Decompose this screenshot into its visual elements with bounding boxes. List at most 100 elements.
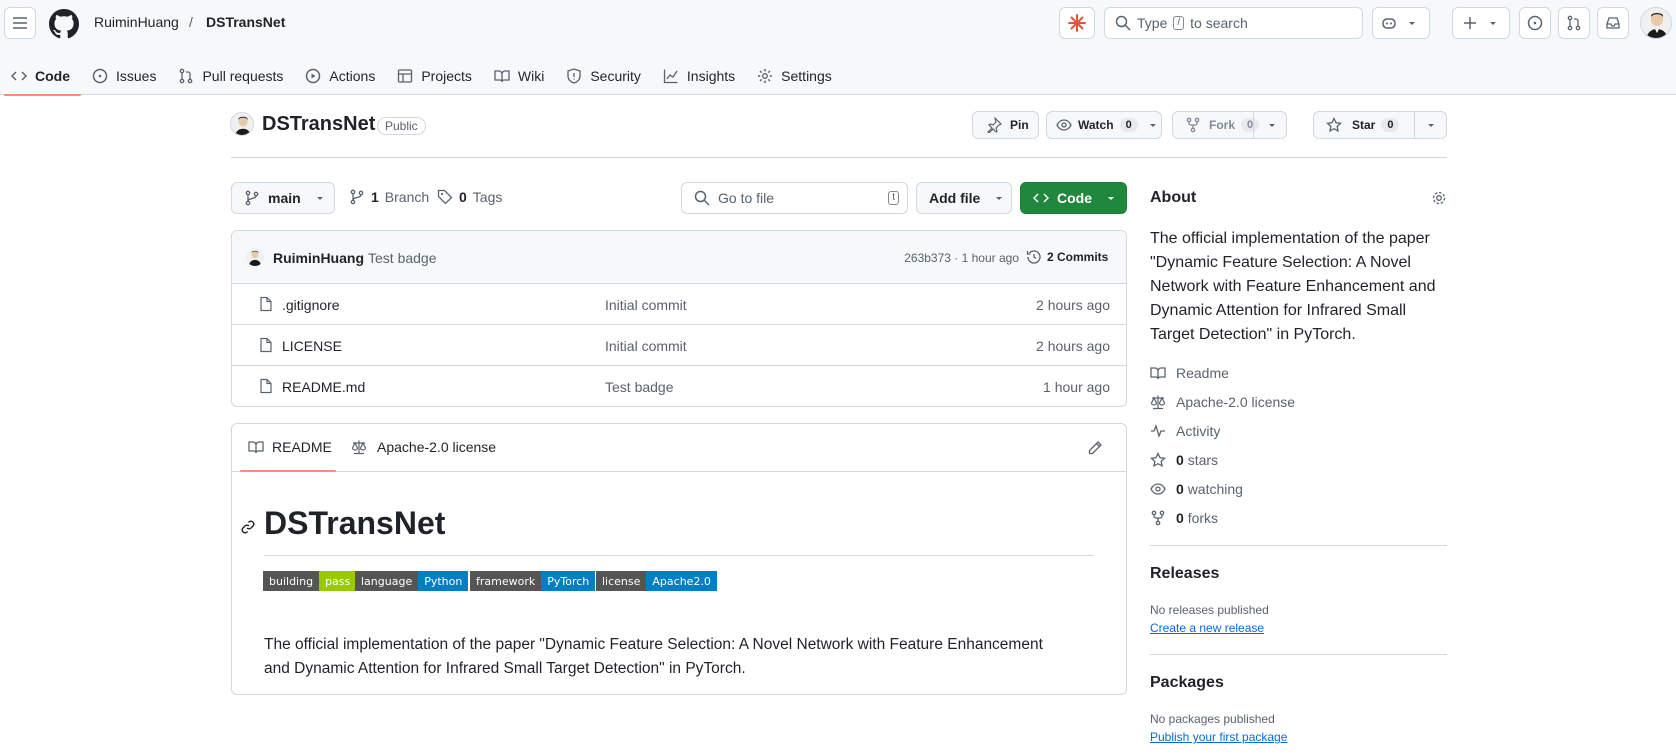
stars-label: stars	[1187, 452, 1219, 468]
tab-code[interactable]: Code	[0, 56, 81, 96]
star-icon	[1326, 117, 1342, 133]
gear-icon[interactable]	[1431, 190, 1447, 206]
create-release-link[interactable]: Create a new release	[1150, 621, 1264, 635]
git-pull-request-icon	[1567, 15, 1581, 31]
file-commit-time: 2 hours ago	[1036, 297, 1110, 313]
go-to-file-input[interactable]: Go to file t	[681, 182, 908, 214]
tab-insights[interactable]: Insights	[652, 56, 746, 95]
file-name[interactable]: README.md	[282, 379, 365, 395]
git-branch-icon	[350, 189, 364, 205]
file-row[interactable]: README.md Test badge 1 hour ago	[232, 366, 1126, 406]
file-name[interactable]: LICENSE	[282, 338, 342, 354]
tags-link[interactable]: 0 Tags	[437, 189, 502, 205]
file-row[interactable]: .gitignore Initial commit 2 hours ago	[232, 284, 1126, 325]
pin-label: Pin	[1010, 118, 1029, 132]
law-icon	[351, 440, 367, 455]
tags-label: Tags	[472, 189, 503, 205]
about-readme-link[interactable]: Readme	[1150, 365, 1229, 381]
file-commit-message[interactable]: Test badge	[605, 379, 674, 395]
avatar-portrait-icon	[1646, 13, 1668, 38]
about-description-line: The official implementation of the paper	[1150, 230, 1430, 247]
packages-heading[interactable]: Packages	[1150, 674, 1224, 692]
building-badge[interactable]: building pass	[263, 571, 357, 591]
search-prefix: Type	[1137, 15, 1168, 31]
watching-count: 0	[1176, 481, 1184, 497]
chevron-down-icon	[316, 197, 323, 200]
code-dropdown-button[interactable]: Code	[1020, 182, 1127, 214]
add-file-button[interactable]: Add file	[916, 182, 1012, 214]
breadcrumb-separator: /	[189, 14, 193, 30]
framework-badge[interactable]: framework PyTorch	[470, 571, 596, 591]
hamburger-icon	[13, 17, 27, 29]
repo-forked-icon	[1186, 117, 1200, 133]
user-avatar[interactable]	[1640, 7, 1672, 39]
issues-button[interactable]	[1519, 7, 1551, 39]
badge-value: Apache2.0	[646, 571, 717, 591]
commit-meta[interactable]: 263b373 · 1 hour ago	[896, 251, 1019, 265]
license-badge[interactable]: license Apache2.0	[596, 571, 717, 591]
about-forks-link[interactable]: 0 forks	[1150, 510, 1218, 526]
pull-requests-button[interactable]	[1558, 7, 1590, 39]
git-pull-request-icon	[180, 68, 193, 83]
file-name[interactable]: .gitignore	[282, 297, 340, 313]
repo-title[interactable]: DSTransNet	[262, 113, 375, 136]
breadcrumb-owner[interactable]: RuiminHuang	[94, 14, 179, 30]
create-new-button[interactable]	[1452, 7, 1510, 39]
tab-label: Code	[35, 67, 70, 84]
releases-heading[interactable]: Releases	[1150, 565, 1219, 583]
history-icon	[1026, 250, 1041, 264]
tab-license-label: Apache-2.0 license	[377, 439, 497, 455]
tab-security[interactable]: Security	[555, 56, 652, 95]
copilot-menu-button[interactable]	[1372, 7, 1430, 39]
commit-author-avatar[interactable]	[246, 248, 264, 266]
about-description: The official implementation of the paper…	[1150, 227, 1450, 347]
readme-title: DSTransNet	[264, 505, 446, 541]
pencil-icon[interactable]	[1087, 440, 1103, 456]
commits-link[interactable]: 2 Commits	[1026, 249, 1108, 265]
owner-avatar[interactable]	[230, 112, 254, 136]
about-watching-link[interactable]: 0 watching	[1150, 481, 1243, 497]
commit-author[interactable]: RuiminHuang	[273, 250, 364, 266]
chevron-down-icon	[996, 197, 1003, 200]
commit-message[interactable]: Test badge	[368, 250, 437, 266]
repo-head-divider	[231, 157, 1447, 158]
link-icon[interactable]	[240, 519, 256, 535]
language-badge[interactable]: language Python	[355, 571, 469, 591]
fork-button[interactable]: Fork 0	[1172, 111, 1287, 139]
file-commit-message[interactable]: Initial commit	[605, 297, 687, 313]
tab-readme[interactable]: README	[248, 439, 332, 455]
stars-count: 0	[1176, 452, 1184, 468]
tab-wiki[interactable]: Wiki	[483, 56, 555, 95]
star-count: 0	[1381, 118, 1400, 132]
tab-issues[interactable]: Issues	[81, 56, 167, 95]
eye-icon	[1056, 119, 1072, 131]
publish-package-link[interactable]: Publish your first package	[1150, 730, 1287, 744]
star-button[interactable]: Star 0	[1313, 111, 1447, 139]
tab-pull-requests[interactable]: Pull requests	[167, 56, 294, 95]
pin-button[interactable]: Pin	[972, 111, 1039, 139]
about-activity-link[interactable]: Activity	[1150, 423, 1220, 439]
file-commit-message[interactable]: Initial commit	[605, 338, 687, 354]
github-logo-icon[interactable]	[49, 9, 79, 39]
branches-link[interactable]: 1 Branch	[349, 189, 429, 205]
tab-settings[interactable]: Settings	[746, 56, 843, 95]
about-license-link[interactable]: Apache-2.0 license	[1150, 394, 1295, 410]
menu-button[interactable]	[4, 7, 36, 39]
tab-actions[interactable]: Actions	[294, 56, 386, 95]
file-icon	[260, 378, 272, 394]
copilot-spark-button[interactable]	[1059, 7, 1095, 39]
tab-projects[interactable]: Projects	[386, 56, 483, 95]
breadcrumb-repo[interactable]: DSTransNet	[206, 14, 285, 30]
sidebar-divider	[1150, 545, 1447, 546]
watch-label: Watch	[1078, 118, 1114, 132]
packages-empty-text: No packages published	[1150, 712, 1275, 726]
file-row[interactable]: LICENSE Initial commit 2 hours ago	[232, 325, 1126, 366]
about-stars-link[interactable]: 0 stars	[1150, 452, 1218, 468]
search-shortcut-key: /	[1173, 16, 1185, 30]
watch-count: 0	[1119, 118, 1138, 132]
branch-select-button[interactable]: main	[231, 182, 335, 214]
watch-button[interactable]: Watch 0	[1046, 111, 1162, 139]
inbox-button[interactable]	[1597, 7, 1629, 39]
tab-license[interactable]: Apache-2.0 license	[351, 439, 496, 455]
search-input[interactable]: Type / to search	[1104, 7, 1363, 39]
